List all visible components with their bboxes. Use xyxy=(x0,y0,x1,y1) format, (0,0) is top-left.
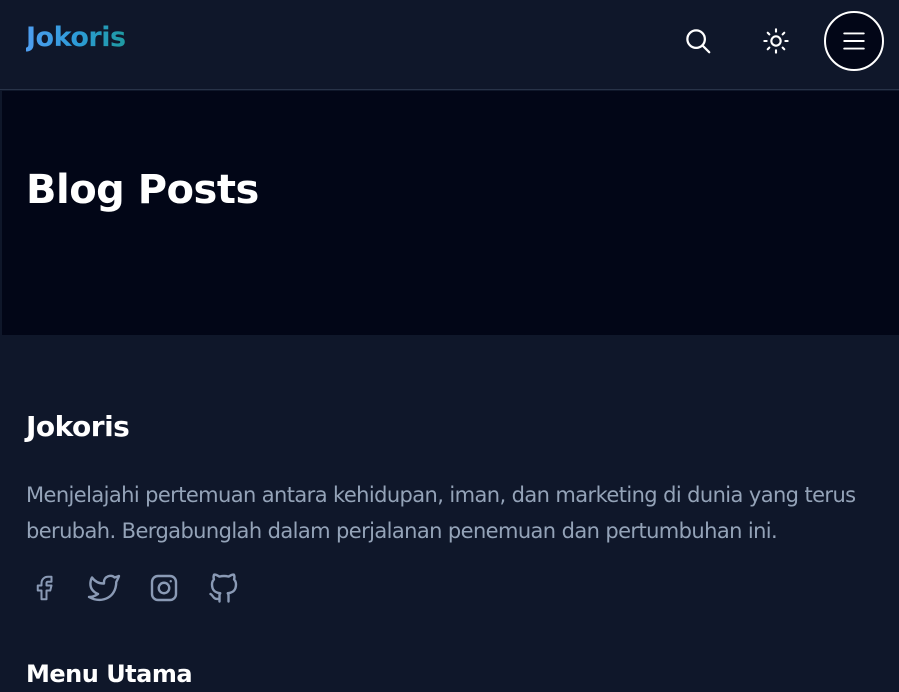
social-links xyxy=(26,568,242,608)
instagram-icon xyxy=(150,574,178,602)
hero-section: Blog Posts xyxy=(2,91,899,335)
search-button[interactable] xyxy=(668,11,728,71)
twitter-link[interactable] xyxy=(86,568,122,608)
footer-brand: Jokoris xyxy=(26,410,130,443)
github-icon xyxy=(209,573,238,603)
menu-heading: Menu Utama xyxy=(26,660,193,688)
twitter-icon xyxy=(87,574,121,602)
site-header: Jokoris xyxy=(0,0,899,90)
search-icon xyxy=(686,29,711,54)
menu-button[interactable] xyxy=(824,11,884,71)
theme-toggle-button[interactable] xyxy=(746,11,806,71)
github-link[interactable] xyxy=(206,568,242,608)
brand-logo-link[interactable]: Jokoris xyxy=(26,22,126,53)
menu-icon xyxy=(843,32,865,50)
facebook-icon xyxy=(36,575,53,601)
facebook-link[interactable] xyxy=(26,568,62,608)
instagram-link[interactable] xyxy=(146,568,182,608)
footer-description: Menjelajahi pertemuan antara kehidupan, … xyxy=(26,483,856,543)
sun-icon xyxy=(763,28,789,54)
page-title: Blog Posts xyxy=(26,167,259,213)
